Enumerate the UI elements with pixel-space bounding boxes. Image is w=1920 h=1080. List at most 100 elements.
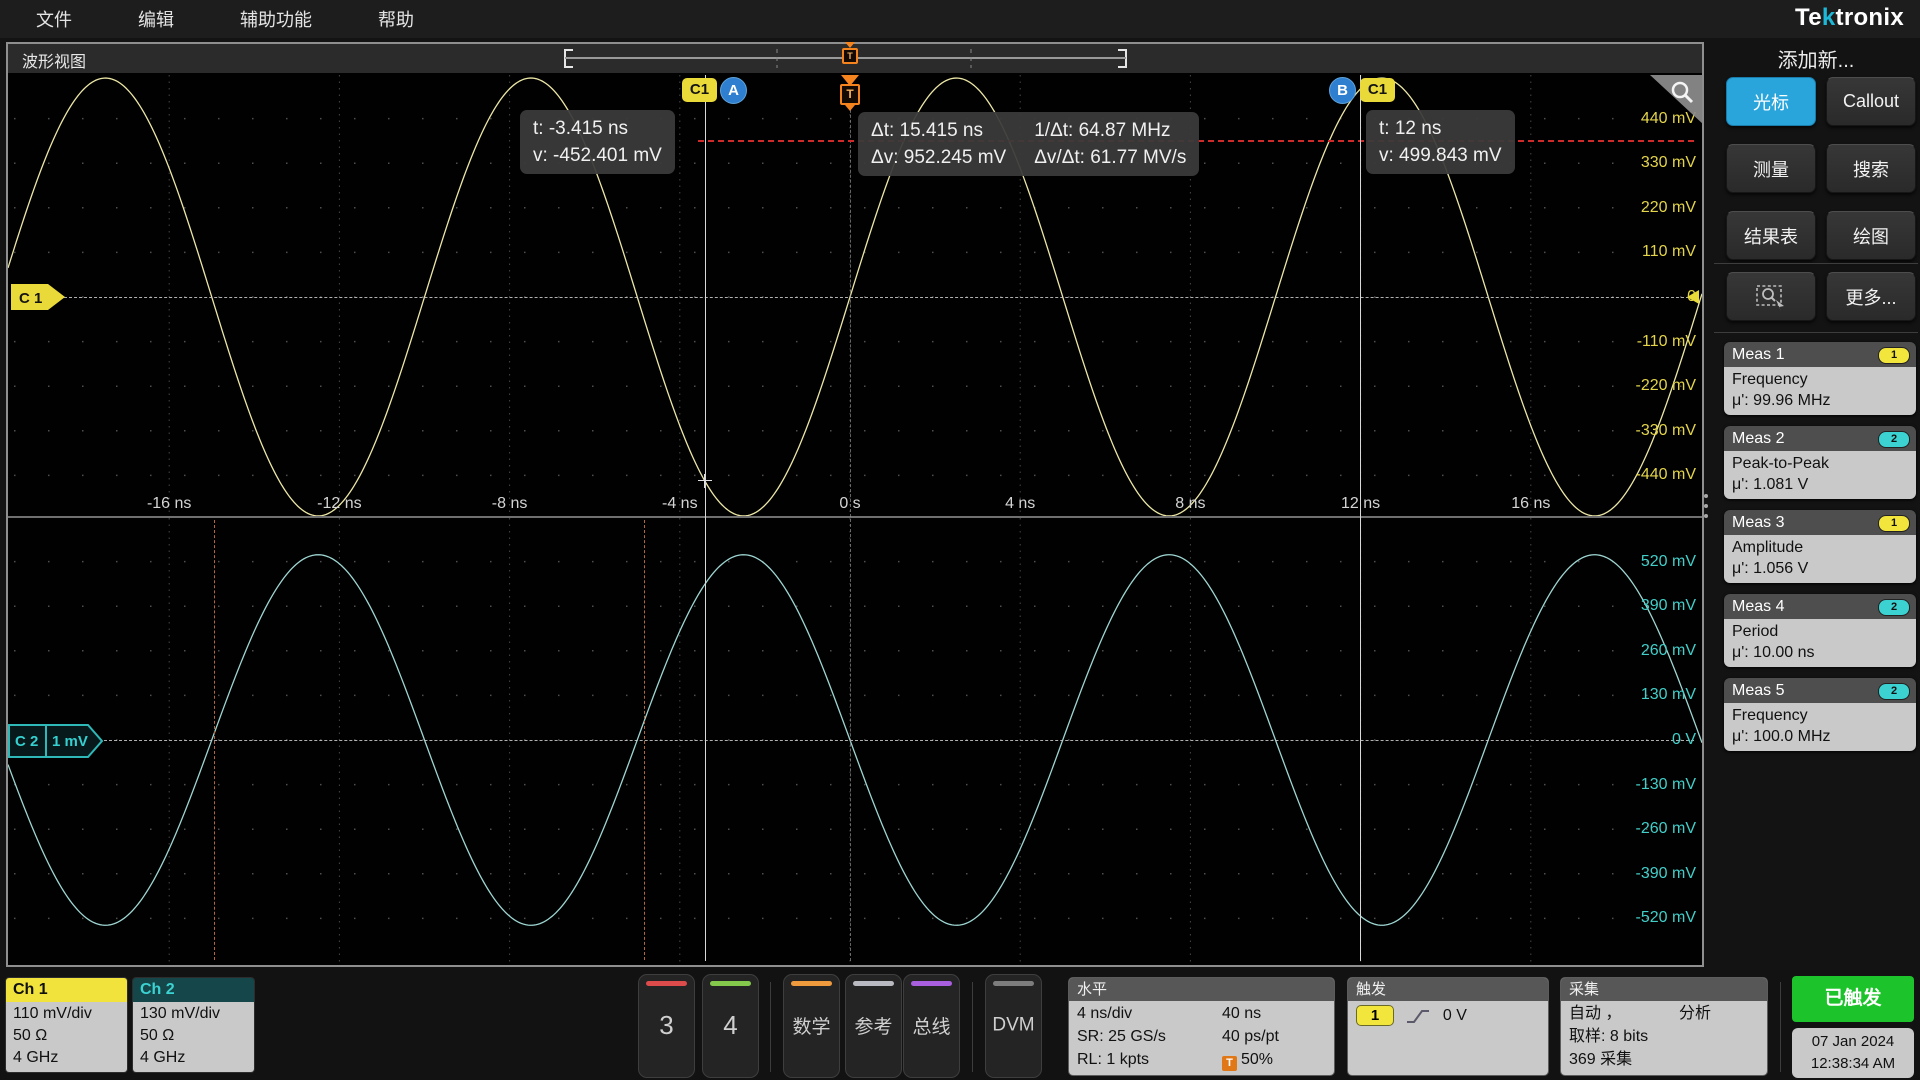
panel-resize-handle[interactable] <box>1702 488 1710 524</box>
meas-card-3[interactable]: Meas 31Amplitudeμ': 1.056 V <box>1724 510 1916 583</box>
gate-marker-left <box>214 520 215 960</box>
channel-badge-2[interactable]: Ch 2130 mV/div50 Ω4 GHz <box>132 977 255 1073</box>
y-axis-label: -260 mV <box>1586 819 1696 839</box>
panel-title: 波形视图 <box>22 48 86 72</box>
ch1-zero-line <box>64 297 1694 298</box>
ref-button[interactable]: 参考 <box>845 974 902 1078</box>
meas-name: Meas 2 <box>1732 430 1784 447</box>
more-button[interactable]: 更多... <box>1826 272 1916 321</box>
cursor-delta-readout[interactable]: Δt: 15.415 ns 1/Δt: 64.87 MHz Δv: 952.24… <box>858 112 1199 176</box>
channel-4-button[interactable]: 4 <box>702 974 759 1078</box>
acq-count: 369 采集 <box>1569 1048 1759 1071</box>
menu-items: 文件 编辑 辅助功能 帮助 <box>0 0 1920 38</box>
channel-3-button-stripe <box>646 981 687 986</box>
cursor-b-voltage: v: 499.843 mV <box>1379 142 1502 169</box>
sidebar-button-cursors[interactable]: 光标 <box>1726 77 1816 126</box>
cursor-b-badge[interactable]: B <box>1329 77 1356 104</box>
cursor-b-readout[interactable]: t: 12 ns v: 499.843 mV <box>1366 110 1515 174</box>
math-button[interactable]: 数学 <box>783 974 840 1078</box>
x-axis-label: -4 ns <box>640 495 720 513</box>
meas-card-2[interactable]: Meas 22Peak-to-Peakμ': 1.081 V <box>1724 426 1916 499</box>
menu-item-help[interactable]: 帮助 <box>378 6 414 32</box>
cursor-a-source-badge[interactable]: C1 <box>682 78 717 102</box>
y-axis-label: 390 mV <box>1586 596 1696 616</box>
meas-source-badge: 2 <box>1878 599 1910 616</box>
channel-3-button[interactable]: 3 <box>638 974 695 1078</box>
overview-trigger-marker[interactable]: T <box>840 42 860 64</box>
meas-name: Meas 3 <box>1732 514 1784 531</box>
zoom-select-button[interactable] <box>1726 272 1816 321</box>
channel-setting: 4 GHz <box>13 1047 127 1069</box>
trigger-level-arrow-icon[interactable] <box>1684 289 1700 305</box>
y-axis-label: -390 mV <box>1586 864 1696 884</box>
bus-button[interactable]: 总线 <box>903 974 960 1078</box>
triggered-status: 已触发 <box>1792 976 1914 1022</box>
ref-button-label: 参考 <box>846 1012 901 1039</box>
trigger-position-pct: 50% <box>1241 1051 1273 1068</box>
x-axis-label: -16 ns <box>129 495 209 513</box>
channel-4-button-stripe <box>710 981 751 986</box>
y-axis-label: 130 mV <box>1586 685 1696 705</box>
trigger-panel[interactable]: 触发 1 0 V <box>1347 977 1549 1076</box>
meas-body: Amplitudeμ': 1.056 V <box>1724 535 1916 583</box>
channel1-level-badge[interactable]: C 1 <box>10 283 66 311</box>
chart2-y-axis: 520 mV390 mV260 mV130 mV0 V-130 mV-260 m… <box>1586 518 1696 962</box>
cursor-b-line[interactable] <box>1360 75 1361 961</box>
sidebar-divider-2 <box>1714 332 1918 333</box>
meas-type: Amplitude <box>1732 537 1908 558</box>
channel-badge-1[interactable]: Ch 1110 mV/div50 Ω4 GHz <box>5 977 128 1073</box>
meas-header: Meas 22 <box>1724 426 1916 451</box>
bottom-divider-3 <box>1780 982 1781 1072</box>
sidebar-button-plot[interactable]: 绘图 <box>1826 211 1916 260</box>
add-new-label: 添加新... <box>1716 44 1916 73</box>
ch2-zero-line <box>104 740 1694 741</box>
y-axis-label: -330 mV <box>1586 421 1696 441</box>
meas-name: Meas 5 <box>1732 682 1784 699</box>
cursor-a-line[interactable] <box>705 75 706 961</box>
menu-item-utility[interactable]: 辅助功能 <box>240 6 312 32</box>
meas-value: μ': 99.96 MHz <box>1732 390 1908 411</box>
meas-card-4[interactable]: Meas 42Periodμ': 10.00 ns <box>1724 594 1916 667</box>
cursor-a-badge[interactable]: A <box>720 77 747 104</box>
sidebar-button-measure[interactable]: 测量 <box>1726 144 1816 193</box>
channel2-level-badge[interactable]: C 2 1 mV <box>8 724 104 758</box>
delta-voltage: Δv: 952.245 mV <box>871 144 1006 171</box>
bottom-divider-1 <box>770 982 771 1072</box>
y-axis-label: 260 mV <box>1586 641 1696 661</box>
zoom-select-icon <box>1754 283 1788 311</box>
chart-divider <box>8 516 1702 518</box>
delta-time: Δt: 15.415 ns <box>871 117 1006 144</box>
waveform-view-panel: 波形视图 T <box>6 42 1704 967</box>
sidebar-button-results-table[interactable]: 结果表 <box>1726 211 1816 260</box>
y-axis-label: -220 mV <box>1586 376 1696 396</box>
sidebar-button-callout[interactable]: Callout <box>1826 77 1916 126</box>
sidebar-button-search[interactable]: 搜索 <box>1826 144 1916 193</box>
menu-item-edit[interactable]: 编辑 <box>138 6 174 32</box>
meas-header: Meas 52 <box>1724 678 1916 703</box>
meas-value: μ': 100.0 MHz <box>1732 726 1908 747</box>
channel-badge-label: Ch 1 <box>6 978 127 1002</box>
meas-value: μ': 10.00 ns <box>1732 642 1908 663</box>
acquisition-panel[interactable]: 采集 自动 ， 分析 取样: 8 bits 369 采集 <box>1560 977 1768 1076</box>
trigger-t-flag: T <box>840 84 860 105</box>
plot-area[interactable]: 440 mV330 mV220 mV110 mV0-110 mV-220 mV-… <box>8 73 1702 965</box>
meas-card-1[interactable]: Meas 11Frequencyμ': 99.96 MHz <box>1724 342 1916 415</box>
datetime-display: 07 Jan 2024 12:38:34 AM <box>1792 1028 1914 1078</box>
meas-card-5[interactable]: Meas 52Frequencyμ': 100.0 MHz <box>1724 678 1916 751</box>
x-axis-label: -12 ns <box>299 495 379 513</box>
rising-edge-icon <box>1406 1007 1430 1025</box>
cursor-b-source-badge[interactable]: C1 <box>1360 78 1395 102</box>
menu-item-file[interactable]: 文件 <box>36 6 72 32</box>
cursor-a-readout[interactable]: t: -3.415 ns v: -452.401 mV <box>520 110 675 174</box>
channel-badge-body: 130 mV/div50 Ω4 GHz <box>133 1002 254 1072</box>
delta-slope: Δv/Δt: 61.77 MV/s <box>1034 144 1186 171</box>
trigger-marker[interactable]: T <box>837 75 863 111</box>
dvm-button-stripe <box>993 981 1034 986</box>
chart1-y-axis: 440 mV330 mV220 mV110 mV0-110 mV-220 mV-… <box>1586 75 1696 517</box>
meas-name: Meas 1 <box>1732 346 1784 363</box>
horizontal-panel[interactable]: 水平 4 ns/div 40 ns SR: 25 GS/s 40 ps/pt R… <box>1068 977 1335 1076</box>
dvm-button[interactable]: DVM <box>985 974 1042 1078</box>
svg-text:C 2: C 2 <box>15 733 38 750</box>
meas-body: Peak-to-Peakμ': 1.081 V <box>1724 451 1916 499</box>
ref-button-stripe <box>853 981 894 986</box>
